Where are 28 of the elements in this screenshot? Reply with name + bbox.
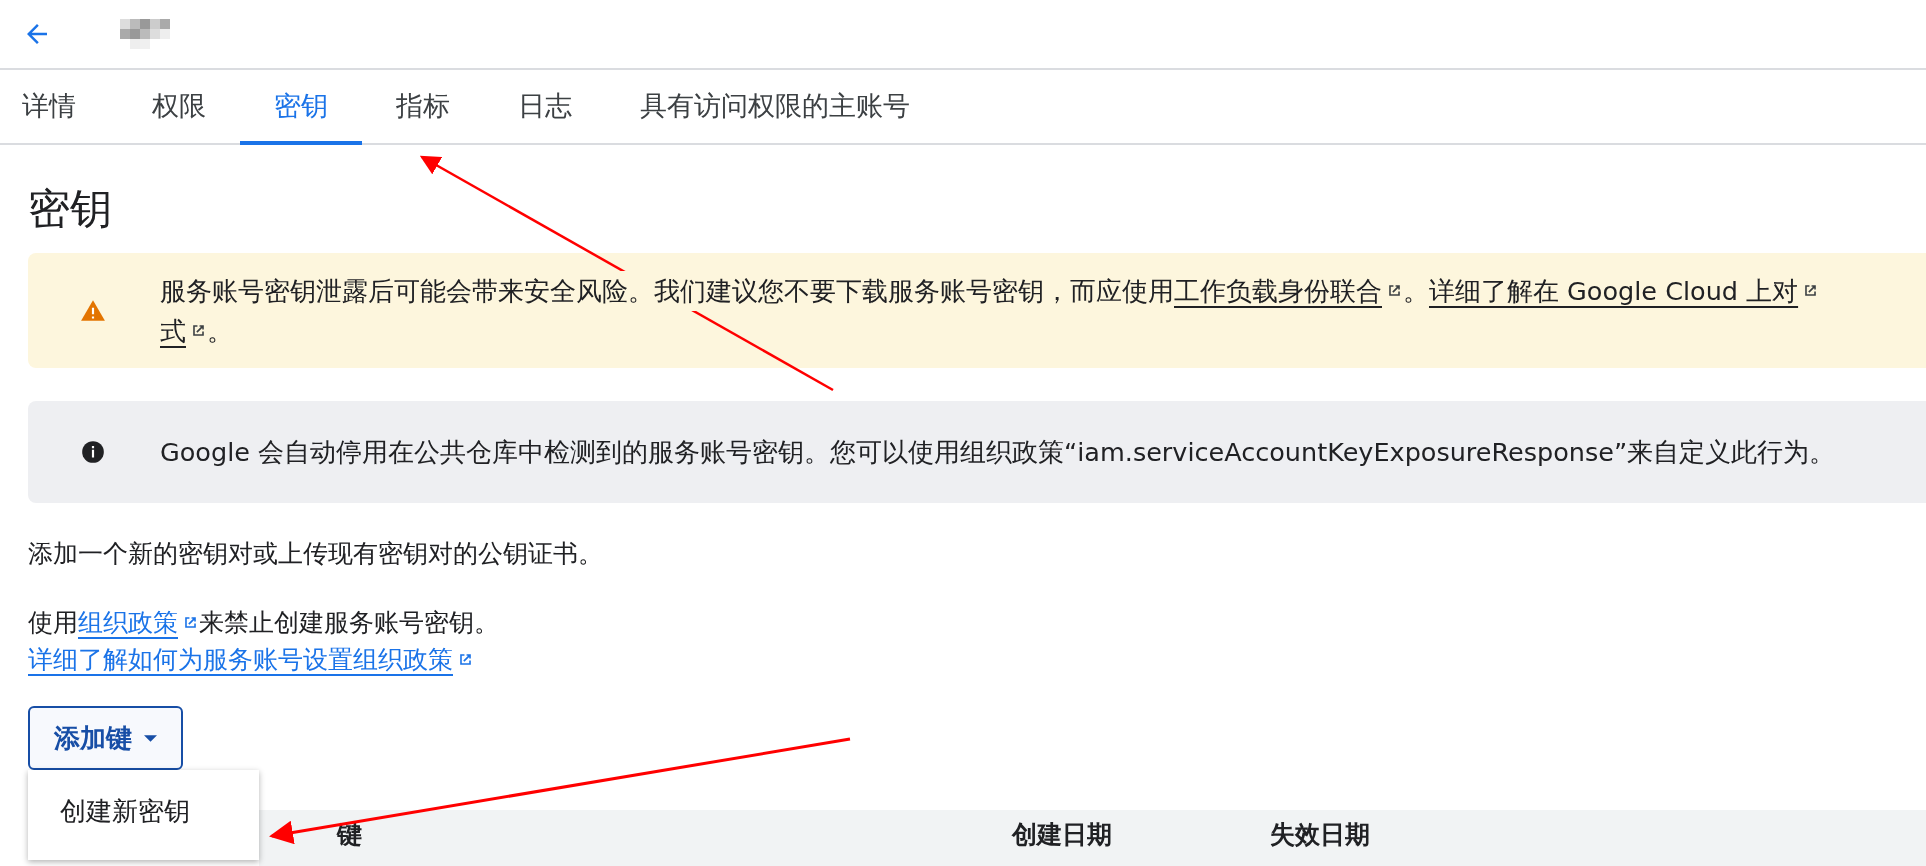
info-icon [80,439,106,465]
column-header: 失效日期 [1270,819,1370,851]
tab[interactable]: 详情 [0,70,118,145]
message-text: Google 会自动停用在公共仓库中检测到的服务账号密钥。您可以使用组织政策“iam.serviceAccountKeyExposureResponse”来自定义此行为。 [160,436,1836,469]
column-header: 键 [337,819,363,851]
caret-icon [144,734,157,742]
link[interactable]: 详细了解在 Google Cloud 上对 [1429,270,1799,311]
tab[interactable]: 日志 [484,70,606,145]
description-text: 添加一个新的密钥对或上传现有密钥对的公钥证书。 [28,538,604,570]
tab[interactable]: 权限 [118,70,240,145]
section-heading: 密钥 [28,183,113,235]
column-header: 创建日期 [1012,819,1113,851]
link[interactable]: 组织政策 [78,606,178,639]
external-link-icon [457,651,474,668]
add-key-button[interactable]: 添加键 [28,706,183,770]
external-link-icon [1386,282,1403,299]
tab[interactable]: 密钥 [240,70,362,145]
tab[interactable]: 指标 [362,70,484,145]
message-text: 使用 [28,607,78,639]
message-text: 服务账号密钥泄露后可能会带来安全风险。我们建议您不要下载服务账号密钥，而应使用 [160,270,1174,311]
learn-more-link[interactable]: 详细了解如何为服务账号设置组织政策 [28,643,453,676]
link[interactable]: 式 [160,310,186,351]
tab[interactable]: 具有访问权限的主账号 [606,70,944,145]
menu-item[interactable]: 创建新密钥 [28,786,259,837]
external-link-icon [190,322,207,339]
message-text: 来禁止创建服务账号密钥。 [199,607,499,639]
link[interactable]: 工作负载身份联合 [1174,270,1382,311]
external-link-icon [182,614,199,631]
